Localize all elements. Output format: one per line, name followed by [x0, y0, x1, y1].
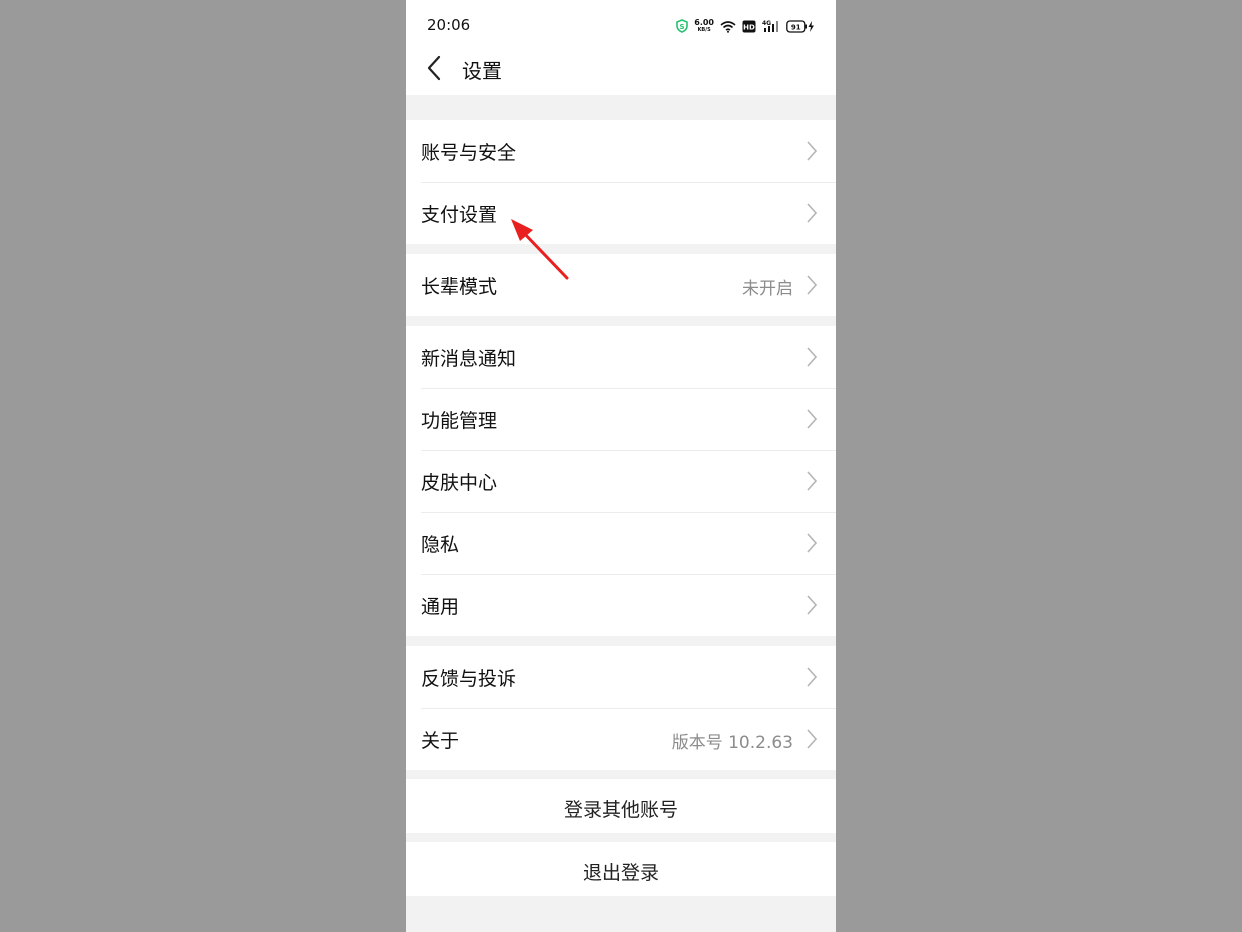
settings-item-feedback[interactable]: 反馈与投诉	[406, 646, 836, 708]
settings-item-label: 隐私	[421, 534, 460, 556]
status-icons: S 6.00 KB/S HD 4G 91	[676, 16, 816, 36]
settings-item-privacy[interactable]: 隐私	[406, 512, 836, 574]
settings-item-account-security[interactable]: 账号与安全	[406, 120, 836, 182]
page-title: 设置	[462, 59, 502, 83]
settings-group-general: 新消息通知 功能管理 皮肤中心 隐私 通用	[406, 326, 836, 636]
elder-mode-status: 未开启	[742, 279, 793, 299]
switch-account-label: 登录其他账号	[563, 799, 678, 821]
settings-group-about: 反馈与投诉 关于 版本号 10.2.63	[406, 646, 836, 770]
signal-icon: 4G	[762, 20, 778, 32]
chevron-right-icon	[807, 275, 818, 295]
chevron-right-icon	[807, 141, 818, 161]
phone-screen: 20:06 S 6.00 KB/S HD 4G 91 设置 账号与安全 支付设置…	[406, 0, 836, 932]
hd-icon: HD	[742, 20, 756, 32]
title-bar: 设置	[406, 50, 836, 95]
logout-button[interactable]: 退出登录	[406, 842, 836, 896]
logout-label: 退出登录	[582, 862, 659, 884]
settings-item-feature-management[interactable]: 功能管理	[406, 388, 836, 450]
chevron-right-icon	[807, 409, 818, 429]
chevron-right-icon	[807, 533, 818, 553]
settings-item-label: 长辈模式	[421, 276, 498, 298]
settings-item-about[interactable]: 关于 版本号 10.2.63	[406, 708, 836, 770]
settings-item-label: 通用	[421, 596, 460, 618]
settings-item-payment[interactable]: 支付设置	[406, 182, 836, 244]
chevron-right-icon	[807, 347, 818, 367]
logout-section: 退出登录	[406, 842, 836, 896]
chevron-right-icon	[807, 667, 818, 687]
hd-label: HD	[743, 23, 755, 31]
settings-item-elder-mode[interactable]: 长辈模式 未开启	[406, 254, 836, 316]
network-label: 4G	[762, 20, 771, 27]
chevron-right-icon	[807, 729, 818, 749]
chevron-right-icon	[807, 203, 818, 223]
settings-item-skin-center[interactable]: 皮肤中心	[406, 450, 836, 512]
battery-level: 91	[791, 23, 801, 31]
svg-text:S: S	[680, 23, 685, 31]
status-bar: 20:06 S 6.00 KB/S HD 4G 91	[406, 0, 836, 50]
settings-item-label: 皮肤中心	[421, 472, 498, 494]
switch-account-section: 登录其他账号	[406, 779, 836, 833]
back-arrow-icon[interactable]	[424, 54, 446, 82]
settings-item-label: 反馈与投诉	[421, 668, 517, 690]
chevron-right-icon	[807, 471, 818, 491]
settings-group-elder-mode: 长辈模式 未开启	[406, 254, 836, 316]
settings-item-label: 账号与安全	[421, 142, 517, 164]
settings-item-label: 新消息通知	[421, 348, 517, 370]
settings-item-label: 关于	[421, 730, 460, 752]
net-speed-indicator: 6.00 KB/S	[694, 18, 714, 34]
settings-group-account: 账号与安全 支付设置	[406, 120, 836, 244]
chevron-right-icon	[807, 595, 818, 615]
status-time: 20:06	[427, 16, 471, 34]
settings-item-label: 功能管理	[421, 410, 498, 432]
shield-icon: S	[676, 19, 689, 33]
battery-icon: 91	[786, 19, 814, 33]
net-speed-unit: KB/S	[697, 27, 711, 33]
wifi-icon	[720, 20, 736, 33]
settings-item-common[interactable]: 通用	[406, 574, 836, 636]
settings-item-notifications[interactable]: 新消息通知	[406, 326, 836, 388]
net-speed-value: 6.00	[694, 18, 714, 27]
settings-item-label: 支付设置	[421, 204, 498, 226]
version-number: 版本号 10.2.63	[671, 733, 793, 753]
switch-account-button[interactable]: 登录其他账号	[406, 779, 836, 833]
